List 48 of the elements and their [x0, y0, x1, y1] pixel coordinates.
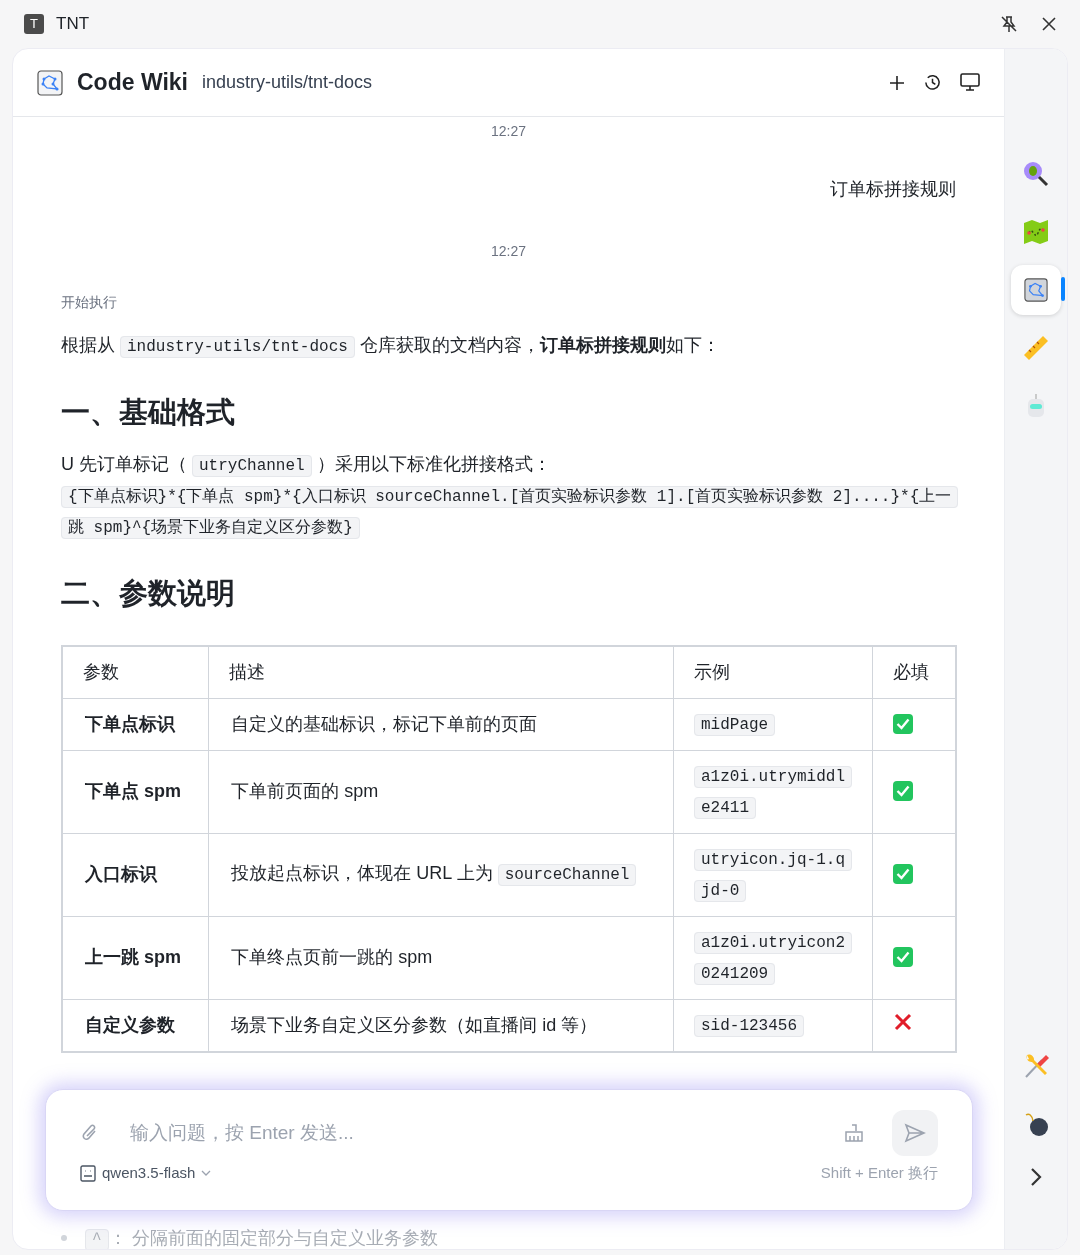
table-cell: 下单点 spm: [62, 750, 209, 833]
chevron-down-icon: [201, 1170, 212, 1177]
table-cell: 下单终点页前一跳的 spm: [208, 916, 674, 999]
shortcut-hint: Shift + Enter 换行: [820, 1163, 938, 1183]
status-text: 开始执行: [61, 293, 118, 312]
list-item: ^ ： 分隔前面的固定部分与自定义业务参数: [85, 1224, 438, 1249]
close-icon[interactable]: [1042, 17, 1056, 31]
app-title: Code Wiki: [77, 68, 188, 98]
table-cell: midPage: [673, 698, 873, 750]
plus-icon[interactable]: [889, 74, 905, 91]
repo-name: industry-utils/tnt-docs: [201, 71, 373, 94]
map-icon: [1022, 218, 1050, 246]
graph-icon: [1024, 278, 1048, 302]
chevron-right-icon[interactable]: [1030, 1167, 1042, 1187]
send-button[interactable]: [892, 1110, 938, 1156]
bullet-icon: [61, 1235, 67, 1241]
tools-icon: [1022, 1052, 1050, 1080]
table-cell: a1z0i.utryicon20241209: [673, 916, 873, 999]
table-cell: 入口标识: [62, 833, 209, 916]
model-selector[interactable]: qwen3.5-flash: [80, 1162, 212, 1185]
paragraph: 根据从 industry-utils/tnt-docs 仓库获取的文档内容，订单标拼接规则如下：: [61, 334, 721, 360]
section-heading: 一、基础格式: [61, 395, 236, 430]
history-icon[interactable]: [923, 73, 942, 92]
table-cell: 上一跳 spm: [62, 916, 209, 999]
monitor-icon[interactable]: [960, 73, 980, 92]
graph-logo-icon: [37, 69, 63, 96]
column-header: 参数: [62, 646, 209, 698]
ruler-icon: [1022, 334, 1050, 362]
robot-face-icon: [80, 1164, 96, 1182]
user-message: 订单标拼接规则: [830, 178, 956, 201]
column-header: 描述: [208, 646, 674, 698]
send-icon: [904, 1123, 926, 1143]
broom-icon[interactable]: [844, 1123, 864, 1143]
table-cell: a1z0i.utrymiddle2411: [673, 750, 873, 833]
question-input[interactable]: 输入问题，按 Enter 发送...: [130, 1118, 844, 1148]
column-header: 示例: [673, 646, 873, 698]
table-cell: 下单点标识: [62, 698, 209, 750]
table-cell: utryicon.jq-1.qjd-0: [673, 833, 873, 916]
timestamp: 12:27: [490, 122, 526, 141]
app-logo-icon: T: [24, 14, 44, 34]
table-cell: 下单前页面的 spm: [208, 750, 674, 833]
table-cell: 自定义的基础标识，标记下单前的页面: [208, 698, 674, 750]
section-heading: 二、参数说明: [61, 576, 236, 611]
bug-search-icon: [1022, 160, 1050, 188]
table-cell: 投放起点标识，体现在 URL 上为 sourceChannel: [208, 833, 674, 916]
window-title: TNT: [56, 13, 90, 36]
timestamp: 12:27: [490, 242, 526, 261]
unpin-icon[interactable]: [1000, 15, 1018, 33]
